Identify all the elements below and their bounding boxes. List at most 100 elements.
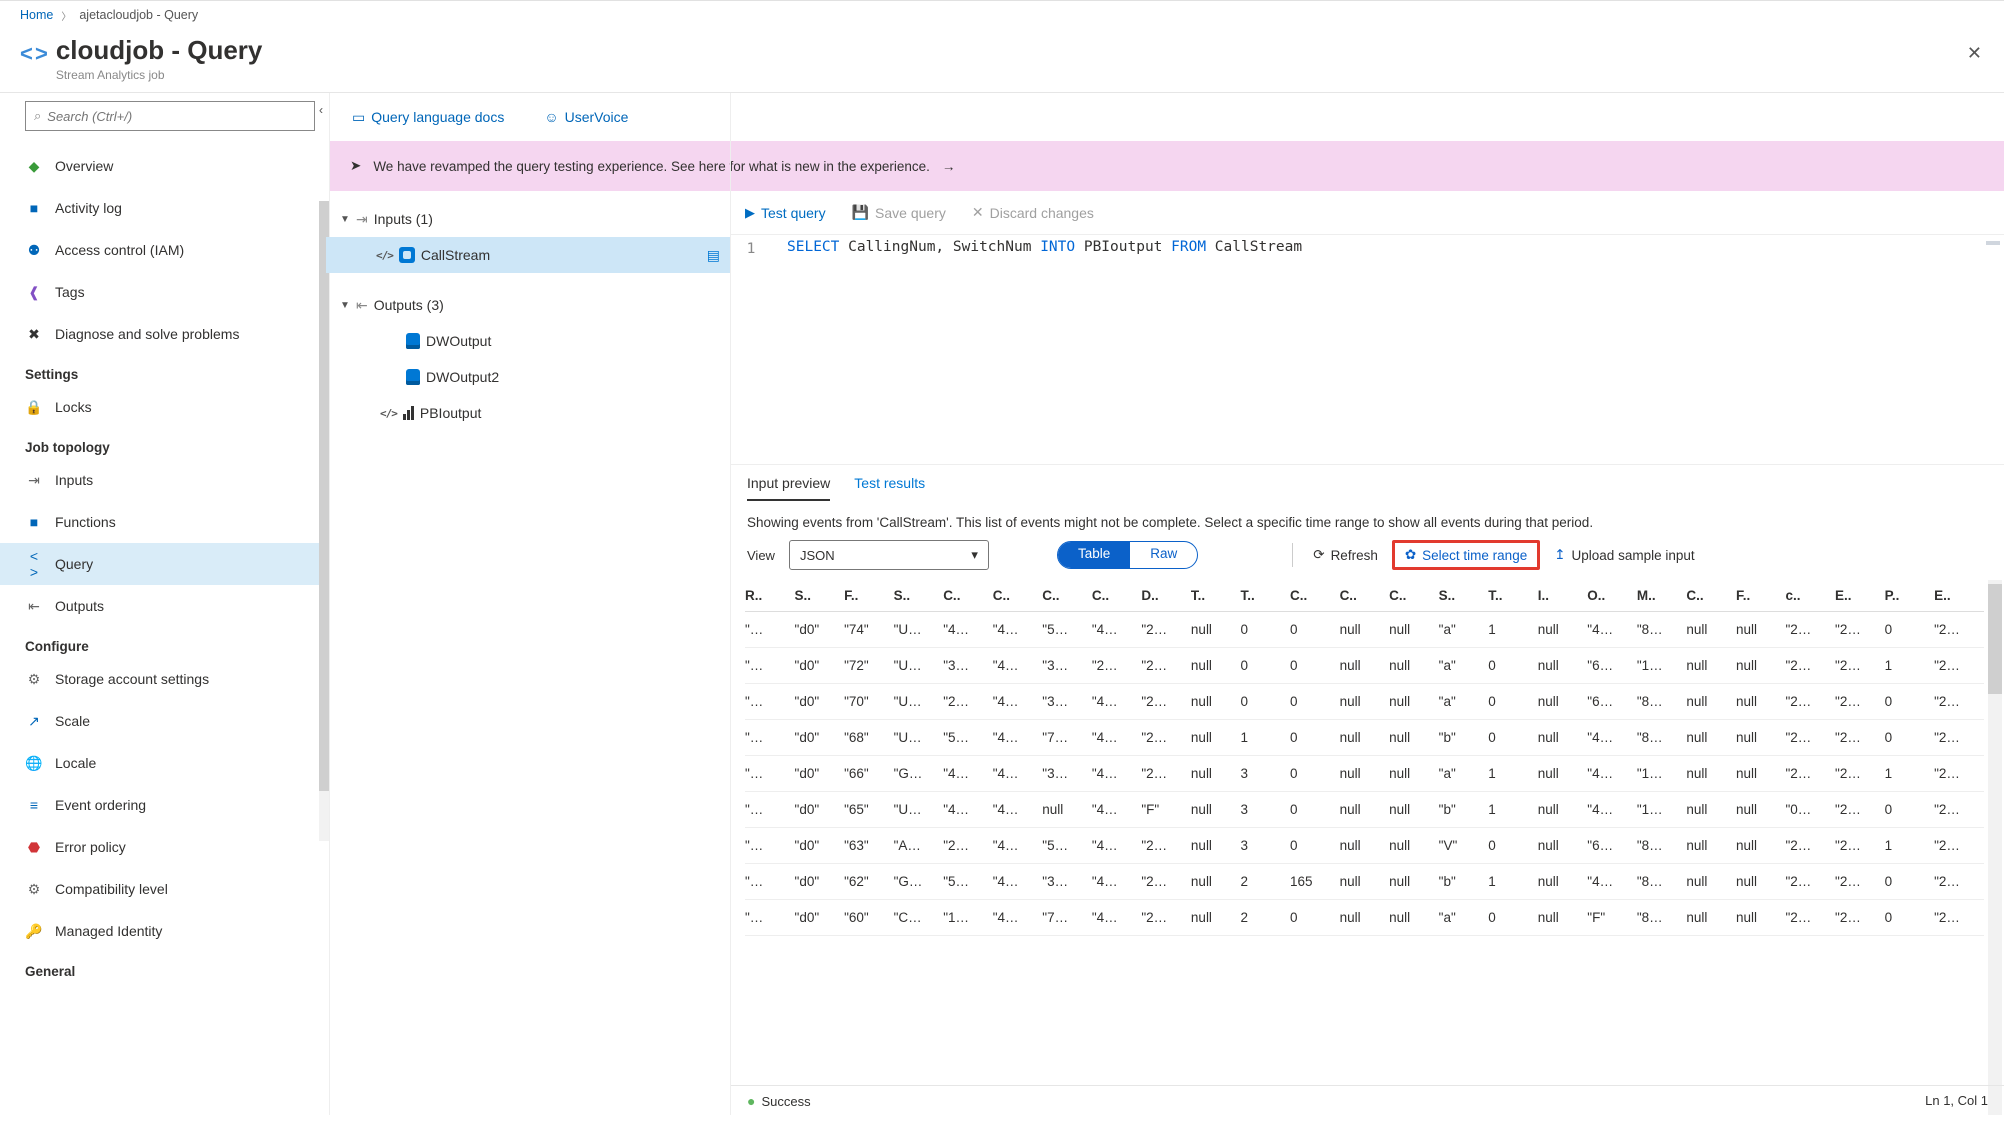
table-cell: "a"	[1439, 900, 1489, 936]
table-header[interactable]: F..	[844, 580, 894, 612]
view-format-select[interactable]: JSON ▾	[789, 540, 989, 570]
table-cell: 0	[1885, 864, 1935, 900]
refresh-button[interactable]: ⟳ Refresh	[1313, 547, 1378, 563]
tree-item-pbioutput[interactable]: </> PBIoutput	[336, 395, 720, 431]
discard-changes-button[interactable]: ✕ Discard changes	[972, 204, 1094, 221]
sidebar-item-functions[interactable]: ■Functions	[25, 501, 319, 543]
table-cell: null	[1340, 900, 1390, 936]
test-query-button[interactable]: ▶ Test query	[745, 205, 826, 221]
tab-test-results[interactable]: Test results	[854, 475, 925, 501]
sidebar-item-managed-identity[interactable]: 🔑Managed Identity	[25, 910, 319, 952]
sidebar-item-outputs[interactable]: ⇤Outputs	[25, 585, 319, 627]
save-query-button[interactable]: 💾 Save query	[852, 204, 946, 221]
sidebar-item-storage-account-settings[interactable]: ⚙Storage account settings	[25, 658, 319, 700]
table-scrollbar[interactable]	[1988, 580, 2002, 1115]
table-header[interactable]: C..	[1092, 580, 1142, 612]
sidebar-item-inputs[interactable]: ⇥Inputs	[25, 459, 319, 501]
table-header[interactable]: R..	[745, 580, 795, 612]
table-row[interactable]: "…"d0""68""U…"5…"4…"7…"4…"2…null10nullnu…	[745, 720, 1984, 756]
tree-item-callstream[interactable]: </> CallStream ▤	[326, 237, 730, 273]
table-header[interactable]: C..	[1042, 580, 1092, 612]
table-row[interactable]: "…"d0""66""G…"4…"4…"3…"4…"2…null30nullnu…	[745, 756, 1984, 792]
table-header[interactable]: T..	[1488, 580, 1538, 612]
table-header[interactable]: I..	[1538, 580, 1588, 612]
smile-icon: ☺	[544, 109, 558, 125]
sidebar-item-activity-log[interactable]: ■Activity log	[25, 187, 319, 229]
table-header[interactable]: S..	[894, 580, 944, 612]
tree-item-dwoutput2[interactable]: DWOutput2	[336, 359, 720, 395]
view-label: View	[747, 548, 775, 563]
sidebar-item-query[interactable]: < >Query	[0, 543, 329, 585]
upload-sample-button[interactable]: ↥ Upload sample input	[1554, 547, 1694, 563]
table-header[interactable]: F..	[1736, 580, 1786, 612]
table-header[interactable]: C..	[1686, 580, 1736, 612]
table-header[interactable]: S..	[795, 580, 845, 612]
table-header[interactable]: c..	[1785, 580, 1835, 612]
table-header[interactable]: P..	[1885, 580, 1935, 612]
sidebar-item-label: Overview	[55, 158, 113, 174]
table-row[interactable]: "…"d0""62""G…"5…"4…"3…"4…"2…null2165null…	[745, 864, 1984, 900]
table-row[interactable]: "…"d0""70""U…"2…"4…"3…"4…"2…null00nullnu…	[745, 684, 1984, 720]
table-cell: 0	[1290, 612, 1340, 648]
table-header[interactable]: C..	[993, 580, 1043, 612]
table-row[interactable]: "…"d0""72""U…"3…"4…"3…"2…"2…null00nullnu…	[745, 648, 1984, 684]
close-icon[interactable]: ✕	[1967, 43, 1982, 64]
table-row[interactable]: "…"d0""74""U…"4…"4…"5…"4…"2…null00nullnu…	[745, 612, 1984, 648]
sidebar-item-compatibility-level[interactable]: ⚙Compatibility level	[25, 868, 319, 910]
sidebar-item-tags[interactable]: ❰Tags	[25, 271, 319, 313]
document-icon[interactable]: ▤	[707, 247, 720, 264]
sidebar-scrollbar[interactable]	[319, 201, 329, 841]
table-header[interactable]: D..	[1141, 580, 1191, 612]
table-cell: "0…	[1785, 792, 1835, 828]
pill-table[interactable]: Table	[1058, 542, 1130, 568]
table-header[interactable]: S..	[1439, 580, 1489, 612]
minimap[interactable]	[1982, 235, 2004, 464]
nav-group-settings: Settings	[25, 367, 319, 382]
table-cell: null	[1736, 900, 1786, 936]
breadcrumb: Home 〉 ajetacloudjob - Query	[0, 1, 2004, 29]
table-header[interactable]: E..	[1835, 580, 1885, 612]
table-cell: 1	[1885, 756, 1935, 792]
nav-icon: ⇥	[25, 472, 43, 489]
tab-input-preview[interactable]: Input preview	[747, 475, 830, 501]
table-raw-toggle[interactable]: Table Raw	[1057, 541, 1198, 569]
input-group-icon: ⇥	[356, 211, 368, 228]
table-cell: "63"	[844, 828, 894, 864]
table-header[interactable]: T..	[1191, 580, 1241, 612]
sidebar-item-access-control-iam-[interactable]: ⚉Access control (IAM)	[25, 229, 319, 271]
table-header[interactable]: T..	[1240, 580, 1290, 612]
code-editor[interactable]: 1 SELECT CallingNum, SwitchNum INTO PBIo…	[731, 235, 2004, 465]
pill-raw[interactable]: Raw	[1130, 542, 1197, 568]
table-cell: "a"	[1439, 684, 1489, 720]
table-row[interactable]: "…"d0""60""C…"1…"4…"7…"4…"2…null20nullnu…	[745, 900, 1984, 936]
sidebar-item-diagnose-and-solve-problems[interactable]: ✖Diagnose and solve problems	[25, 313, 319, 355]
table-header[interactable]: C..	[1389, 580, 1439, 612]
table-row[interactable]: "…"d0""63""A…"2…"4…"5…"4…"2…null30nullnu…	[745, 828, 1984, 864]
table-header[interactable]: C..	[1340, 580, 1390, 612]
table-header[interactable]: C..	[943, 580, 993, 612]
table-header[interactable]: C..	[1290, 580, 1340, 612]
search-input-wrapper[interactable]: ⌕	[25, 101, 315, 131]
tree-item-dwoutput[interactable]: DWOutput	[336, 323, 720, 359]
tree-outputs-node[interactable]: ▼ ⇤ Outputs (3)	[336, 287, 720, 323]
search-input[interactable]	[47, 109, 306, 124]
sidebar-item-error-policy[interactable]: ⬣Error policy	[25, 826, 319, 868]
sidebar-item-locale[interactable]: 🌐Locale	[25, 742, 319, 784]
query-language-docs-link[interactable]: ▭ Query language docs	[352, 109, 504, 126]
table-cell: null	[1686, 648, 1736, 684]
tree-inputs-node[interactable]: ▼ ⇥ Inputs (1)	[336, 201, 720, 237]
select-time-range-button[interactable]: ✿ Select time range	[1405, 547, 1527, 563]
table-cell: 0	[1885, 792, 1935, 828]
table-cell: 2	[1240, 864, 1290, 900]
sidebar-item-overview[interactable]: ◆Overview	[25, 145, 319, 187]
sidebar-item-locks[interactable]: 🔒Locks	[25, 386, 319, 428]
breadcrumb-home[interactable]: Home	[20, 8, 53, 22]
uservoice-link[interactable]: ☺ UserVoice	[544, 109, 628, 125]
table-header[interactable]: E..	[1934, 580, 1984, 612]
sidebar-item-scale[interactable]: ↗Scale	[25, 700, 319, 742]
sidebar-item-event-ordering[interactable]: ≡Event ordering	[25, 784, 319, 826]
divider	[1292, 543, 1293, 567]
table-header[interactable]: O..	[1587, 580, 1637, 612]
table-header[interactable]: M..	[1637, 580, 1687, 612]
table-row[interactable]: "…"d0""65""U…"4…"4…null"4…"F"null30nulln…	[745, 792, 1984, 828]
